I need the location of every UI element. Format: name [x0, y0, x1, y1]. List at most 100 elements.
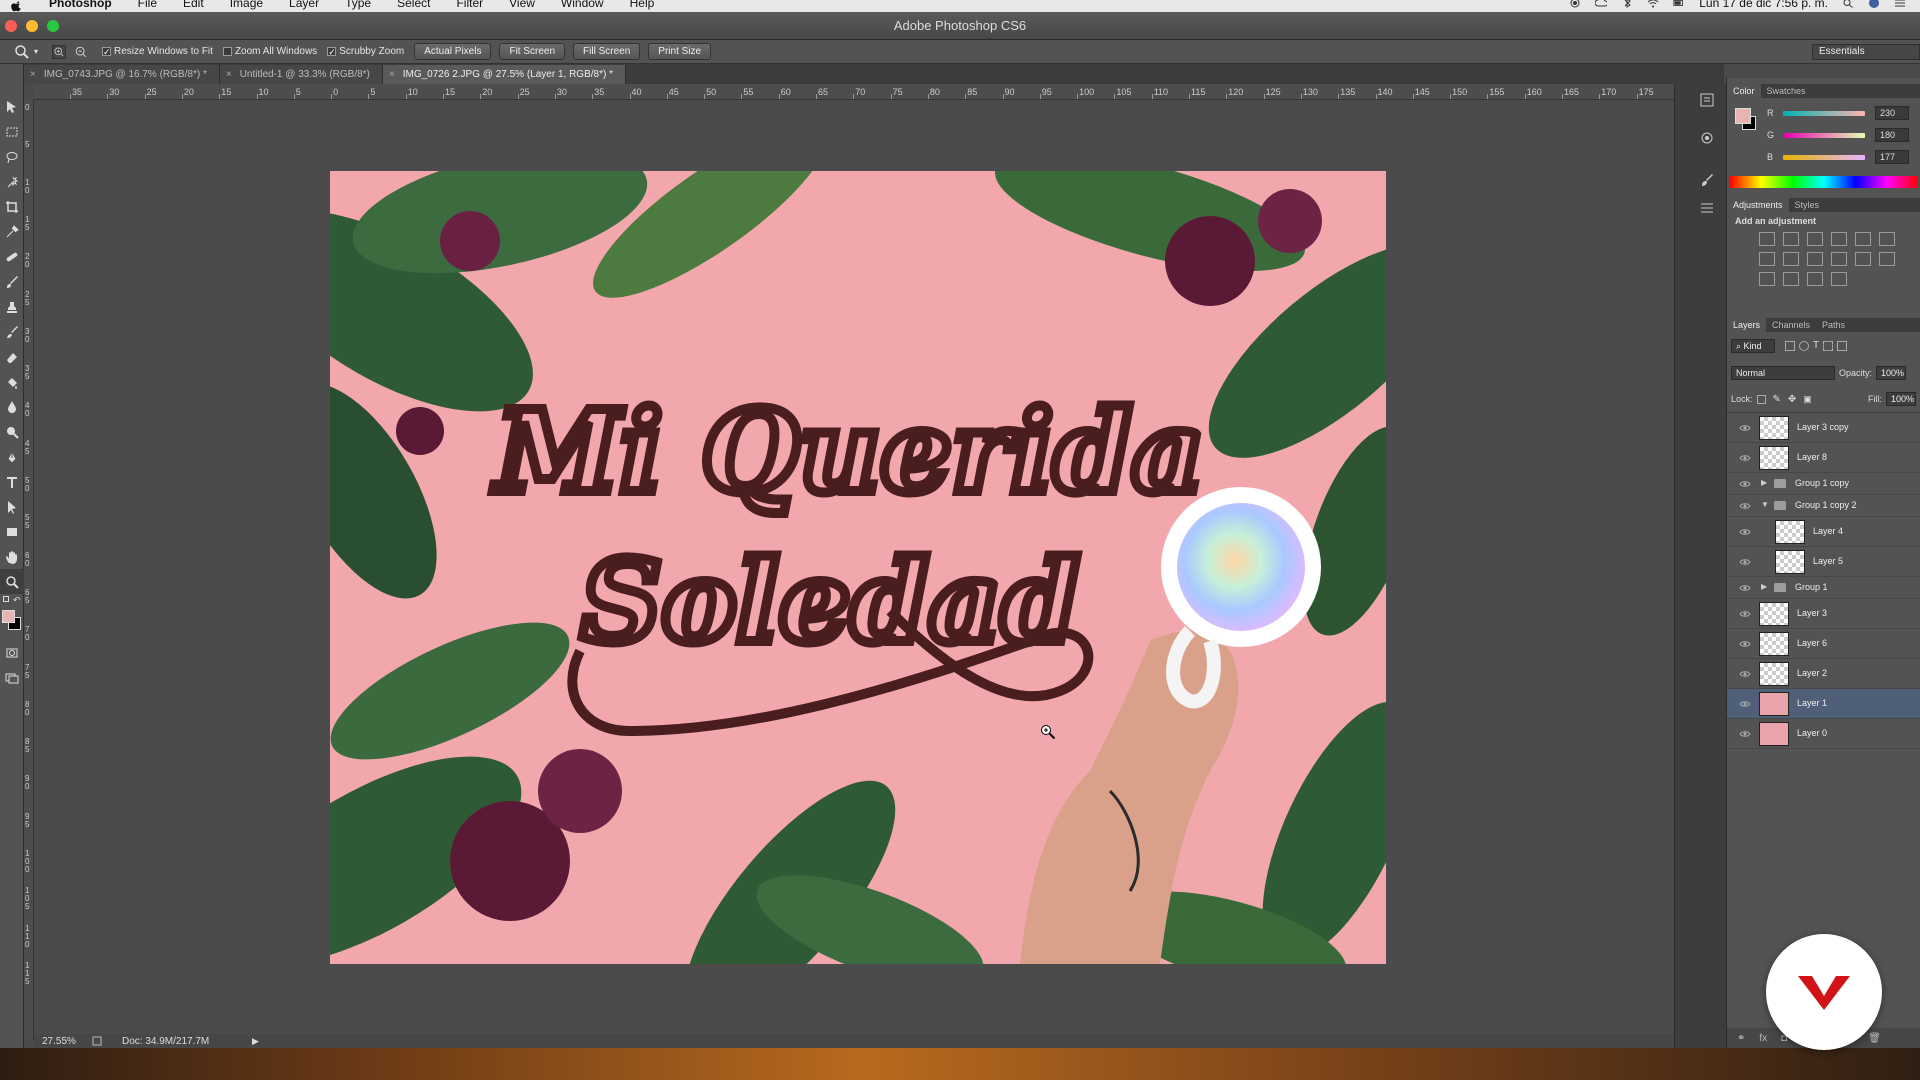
status-menu-arrow-icon[interactable]: ▶: [252, 1036, 259, 1047]
threshold-icon[interactable]: [1783, 272, 1799, 286]
lock-transparency-icon[interactable]: [1756, 394, 1766, 404]
red-slider[interactable]: [1783, 110, 1865, 116]
fill-input[interactable]: 100%: [1886, 392, 1916, 406]
filter-pixel-icon[interactable]: [1785, 340, 1795, 351]
red-value-input[interactable]: 230: [1875, 106, 1909, 120]
tab-styles[interactable]: Styles: [1789, 198, 1826, 212]
exposure-icon[interactable]: [1831, 232, 1847, 246]
zoom-tool-icon[interactable]: [14, 44, 30, 60]
menu-help[interactable]: Help: [617, 0, 668, 9]
paint-bucket-tool-icon[interactable]: [0, 369, 24, 394]
visibility-eye-icon[interactable]: [1739, 454, 1751, 462]
layer-group-row[interactable]: ▼ Group 1 copy 2: [1727, 495, 1920, 517]
creative-cloud-icon[interactable]: [1595, 0, 1608, 8]
photo-filter-icon[interactable]: [1807, 252, 1823, 266]
bluetooth-icon[interactable]: [1621, 0, 1633, 8]
canvas-area[interactable]: Mi Querida Soledad: [34, 100, 1674, 1040]
healing-brush-tool-icon[interactable]: [0, 244, 24, 269]
tab-channels[interactable]: Channels: [1766, 318, 1816, 332]
levels-icon[interactable]: [1783, 232, 1799, 246]
vibrance-icon[interactable]: [1855, 232, 1871, 246]
pen-tool-icon[interactable]: [0, 444, 24, 469]
layer-row[interactable]: Layer 2: [1727, 659, 1920, 689]
history-panel-icon[interactable]: [1699, 92, 1715, 108]
eraser-tool-icon[interactable]: [0, 344, 24, 369]
visibility-eye-icon[interactable]: [1739, 480, 1751, 488]
scrubby-zoom-checkbox[interactable]: ✓ Scrubby Zoom: [327, 46, 404, 57]
crop-tool-icon[interactable]: [0, 194, 24, 219]
quick-mask-icon[interactable]: [0, 640, 24, 665]
tab-img-0726-2[interactable]: × IMG_0726 2.JPG @ 27.5% (Layer 1, RGB/8*…: [382, 65, 626, 84]
tool-presets-icon[interactable]: [1699, 200, 1715, 216]
clone-stamp-tool-icon[interactable]: [0, 294, 24, 319]
visibility-eye-icon[interactable]: [1739, 424, 1751, 432]
menu-layer[interactable]: Layer: [276, 0, 332, 9]
layer-row[interactable]: Layer 6: [1727, 629, 1920, 659]
swap-colors-icon[interactable]: ↶: [0, 594, 23, 610]
menu-view[interactable]: View: [496, 0, 548, 9]
color-balance-icon[interactable]: [1759, 252, 1775, 266]
selective-color-icon[interactable]: [1807, 272, 1823, 286]
path-selection-tool-icon[interactable]: [0, 494, 24, 519]
expand-arrow-icon[interactable]: ▶: [1761, 478, 1767, 487]
layer-row[interactable]: Layer 5: [1727, 547, 1920, 577]
horizontal-ruler[interactable]: 35 30 25 20 15 10 5 0 5 10 15 20 25 30 35 40 45 50 55 60 65 7…: [34, 84, 1674, 100]
curves-icon[interactable]: [1807, 232, 1823, 246]
tab-swatches[interactable]: Swatches: [1761, 84, 1812, 98]
green-slider[interactable]: [1783, 132, 1865, 138]
workspace-switcher[interactable]: Essentials: [1812, 44, 1920, 60]
menu-app-photoshop[interactable]: Photoshop: [36, 0, 125, 9]
tab-color[interactable]: Color: [1727, 84, 1761, 98]
menu-edit[interactable]: Edit: [170, 0, 217, 9]
screen-mode-icon[interactable]: [0, 665, 24, 690]
panel-foreground-swatch[interactable]: [1735, 108, 1751, 124]
menu-image[interactable]: Image: [217, 0, 276, 9]
blend-mode-select[interactable]: Normal: [1731, 365, 1835, 380]
tool-preset-dropdown-icon[interactable]: ▾: [34, 47, 38, 56]
lock-pixels-icon[interactable]: ✎: [1773, 394, 1781, 405]
visibility-eye-icon[interactable]: [1739, 584, 1751, 592]
layer-row[interactable]: Layer 1: [1727, 689, 1920, 719]
channel-mixer-icon[interactable]: [1831, 252, 1847, 266]
hue-saturation-icon[interactable]: [1879, 232, 1895, 246]
menu-filter[interactable]: Filter: [443, 0, 496, 9]
collapse-arrow-icon[interactable]: ▼: [1761, 500, 1769, 509]
document-canvas[interactable]: Mi Querida Soledad: [330, 171, 1386, 964]
resize-windows-checkbox[interactable]: ✓ Resize Windows to Fit: [102, 46, 213, 57]
menu-type[interactable]: Type: [332, 0, 384, 9]
dodge-tool-icon[interactable]: [0, 419, 24, 444]
green-value-input[interactable]: 180: [1875, 128, 1909, 142]
visibility-eye-icon[interactable]: [1739, 558, 1751, 566]
visibility-eye-icon[interactable]: [1739, 502, 1751, 510]
brush-tool-icon[interactable]: [0, 269, 24, 294]
notification-list-icon[interactable]: [1894, 0, 1906, 8]
brush-panel-icon[interactable]: [1699, 172, 1715, 188]
delete-layer-icon[interactable]: 🗑: [1868, 1033, 1881, 1044]
close-window-button[interactable]: [5, 20, 17, 32]
filter-type-icon[interactable]: T: [1813, 340, 1819, 351]
quick-selection-tool-icon[interactable]: [0, 169, 24, 194]
zoom-tool-icon[interactable]: [0, 569, 24, 594]
fill-screen-button[interactable]: Fill Screen: [573, 43, 641, 60]
move-tool-icon[interactable]: [0, 94, 24, 119]
properties-panel-icon[interactable]: [1699, 130, 1715, 146]
link-layers-icon[interactable]: ⚭: [1737, 1033, 1745, 1044]
status-info-icon[interactable]: [92, 1036, 102, 1046]
color-spectrum-ramp[interactable]: [1730, 176, 1918, 188]
zoom-out-icon[interactable]: [74, 45, 88, 59]
menu-select[interactable]: Select: [384, 0, 443, 9]
layer-filter-kind-select[interactable]: ⌕ Kind: [1731, 338, 1775, 353]
lock-position-icon[interactable]: ✥: [1788, 394, 1796, 405]
black-white-icon[interactable]: [1783, 252, 1799, 266]
tab-adjustments[interactable]: Adjustments: [1727, 198, 1789, 212]
visibility-eye-icon[interactable]: [1739, 670, 1751, 678]
history-brush-tool-icon[interactable]: [0, 319, 24, 344]
layer-row[interactable]: Layer 0: [1727, 719, 1920, 749]
zoom-all-windows-checkbox[interactable]: Zoom All Windows: [222, 46, 317, 57]
menu-file[interactable]: File: [125, 0, 170, 9]
filter-adjustment-icon[interactable]: [1799, 340, 1809, 351]
visibility-eye-icon[interactable]: [1739, 528, 1751, 536]
posterize-icon[interactable]: [1759, 272, 1775, 286]
marquee-tool-icon[interactable]: [0, 119, 24, 144]
blue-slider[interactable]: [1783, 154, 1865, 160]
